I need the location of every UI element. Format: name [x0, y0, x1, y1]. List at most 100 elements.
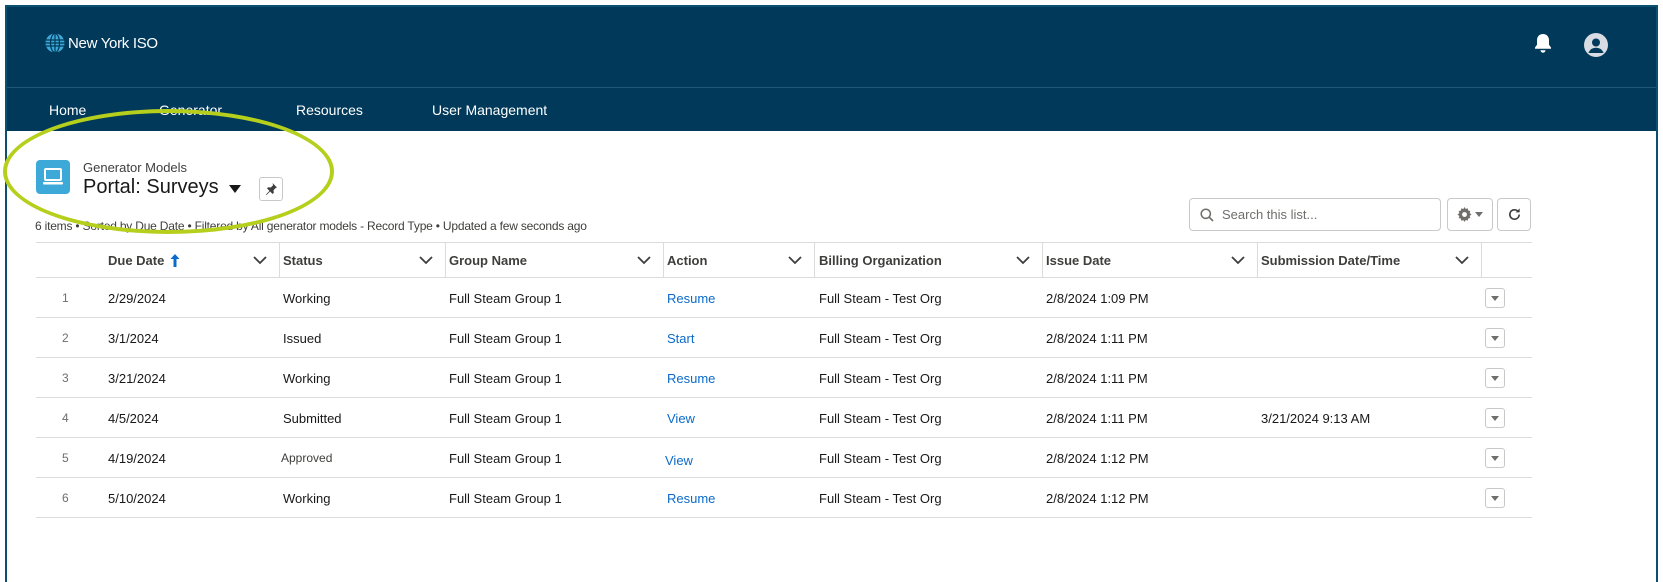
group-name-cell: Full Steam Group 1 [449, 490, 562, 506]
row-actions-button[interactable] [1485, 368, 1505, 388]
table-row: 3 3/21/2024 Working Full Steam Group 1 R… [36, 358, 1532, 398]
billing-org-cell: Full Steam - Test Org [819, 330, 942, 346]
globe-logo-icon [45, 33, 65, 53]
chevron-down-icon[interactable] [1016, 255, 1030, 265]
list-settings-button[interactable] [1447, 198, 1493, 231]
main-navigation: Home Generator Resources User Management [7, 87, 1656, 131]
group-name-cell: Full Steam Group 1 [449, 450, 562, 466]
records-table: Due Date Status Group Name Action Billin… [36, 242, 1532, 518]
table-row: 4 4/5/2024 Submitted Full Steam Group 1 … [36, 398, 1532, 438]
site-logo[interactable]: New York ISO [45, 33, 158, 53]
chevron-down-icon[interactable] [419, 255, 433, 265]
due-date-cell: 5/10/2024 [108, 490, 166, 506]
nav-item-resources[interactable]: Resources [296, 102, 363, 118]
generator-model-object-icon [36, 160, 70, 194]
row-number: 6 [62, 491, 69, 505]
chevron-down-icon[interactable] [253, 255, 267, 265]
object-label: Generator Models [83, 160, 188, 175]
chevron-down-icon[interactable] [1231, 255, 1245, 265]
bell-icon[interactable] [1533, 32, 1553, 59]
list-view-selector[interactable]: Portal: Surveys [83, 176, 241, 199]
status-cell: Working [283, 370, 331, 386]
column-header-due-date[interactable]: Due Date [108, 243, 180, 278]
chevron-down-icon[interactable] [788, 255, 802, 265]
row-actions-button[interactable] [1485, 408, 1505, 428]
billing-org-cell: Full Steam - Test Org [819, 290, 942, 306]
caret-down-icon[interactable] [228, 185, 241, 193]
billing-org-cell: Full Steam - Test Org [819, 450, 942, 466]
column-header-billing-organization[interactable]: Billing Organization [819, 243, 942, 278]
caret-down-icon [1491, 375, 1499, 381]
logo-text: New York ISO [68, 34, 158, 52]
row-actions-button[interactable] [1485, 328, 1505, 348]
row-number: 5 [62, 451, 69, 465]
caret-down-icon [1491, 495, 1499, 501]
table-row: 5 4/19/2024 Approved Full Steam Group 1 … [36, 438, 1532, 478]
chevron-down-icon[interactable] [1455, 255, 1469, 265]
column-divider[interactable] [445, 243, 446, 278]
row-actions-button[interactable] [1485, 288, 1505, 308]
nav-item-generator[interactable]: Generator [159, 102, 222, 118]
caret-down-icon [1491, 455, 1499, 461]
due-date-cell: 3/1/2024 [108, 330, 159, 346]
action-link[interactable]: View [665, 440, 693, 480]
row-number: 1 [62, 291, 69, 305]
table-row: 2 3/1/2024 Issued Full Steam Group 1 Sta… [36, 318, 1532, 358]
due-date-cell: 4/5/2024 [108, 410, 159, 426]
refresh-button[interactable] [1497, 198, 1531, 231]
column-divider[interactable] [1257, 243, 1258, 278]
action-link[interactable]: Start [667, 318, 694, 358]
chevron-down-icon[interactable] [637, 255, 651, 265]
gear-icon [1457, 207, 1472, 222]
nav-item-user-management[interactable]: User Management [432, 102, 547, 118]
column-divider[interactable] [1042, 243, 1043, 278]
row-actions-button[interactable] [1485, 488, 1505, 508]
issue-date-cell: 2/8/2024 1:11 PM [1046, 330, 1148, 346]
nav-item-home[interactable]: Home [49, 102, 86, 118]
caret-down-icon [1491, 335, 1499, 341]
column-header-action[interactable]: Action [667, 243, 707, 278]
search-icon [1200, 207, 1214, 222]
pin-list-button[interactable] [259, 177, 283, 201]
column-header-group-name[interactable]: Group Name [449, 243, 527, 278]
column-divider[interactable] [1481, 243, 1482, 278]
billing-org-cell: Full Steam - Test Org [819, 410, 942, 426]
billing-org-cell: Full Steam - Test Org [819, 370, 942, 386]
row-actions-button[interactable] [1485, 448, 1505, 468]
row-number: 3 [62, 371, 69, 385]
global-header: New York ISO [7, 7, 1656, 87]
pin-icon [266, 183, 277, 195]
search-input[interactable] [1222, 207, 1422, 222]
search-box[interactable] [1189, 198, 1441, 231]
action-link[interactable]: Resume [667, 478, 715, 518]
issue-date-cell: 2/8/2024 1:09 PM [1046, 290, 1149, 306]
status-cell: Working [283, 290, 331, 306]
action-link[interactable]: Resume [667, 278, 715, 318]
status-cell: Issued [283, 330, 322, 346]
column-header-submission-date-time[interactable]: Submission Date/Time [1261, 243, 1400, 278]
list-view-title: Portal: Surveys [83, 176, 219, 198]
caret-down-icon [1491, 295, 1499, 301]
caret-down-icon [1491, 415, 1499, 421]
billing-org-cell: Full Steam - Test Org [819, 490, 942, 506]
group-name-cell: Full Steam Group 1 [449, 330, 562, 346]
submission-date-cell: 3/21/2024 9:13 AM [1261, 410, 1371, 426]
column-header-issue-date[interactable]: Issue Date [1046, 243, 1111, 278]
refresh-icon [1508, 208, 1520, 220]
table-header-row: Due Date Status Group Name Action Billin… [36, 242, 1532, 278]
action-link[interactable]: Resume [667, 358, 715, 398]
issue-date-cell: 2/8/2024 1:12 PM [1046, 450, 1149, 466]
due-date-cell: 4/19/2024 [108, 450, 166, 466]
issue-date-cell: 2/8/2024 1:12 PM [1046, 490, 1149, 506]
status-cell: Submitted [283, 410, 342, 426]
sort-ascending-arrow-icon[interactable] [170, 254, 180, 267]
user-avatar-icon[interactable] [1584, 33, 1608, 57]
column-divider[interactable] [814, 243, 815, 278]
column-divider[interactable] [663, 243, 664, 278]
row-number: 4 [62, 411, 69, 425]
action-link[interactable]: View [667, 398, 695, 438]
app-frame: New York ISO Home Generator Resources Us… [5, 5, 1658, 582]
column-header-status[interactable]: Status [283, 243, 323, 278]
group-name-cell: Full Steam Group 1 [449, 410, 562, 426]
column-divider[interactable] [279, 243, 280, 278]
